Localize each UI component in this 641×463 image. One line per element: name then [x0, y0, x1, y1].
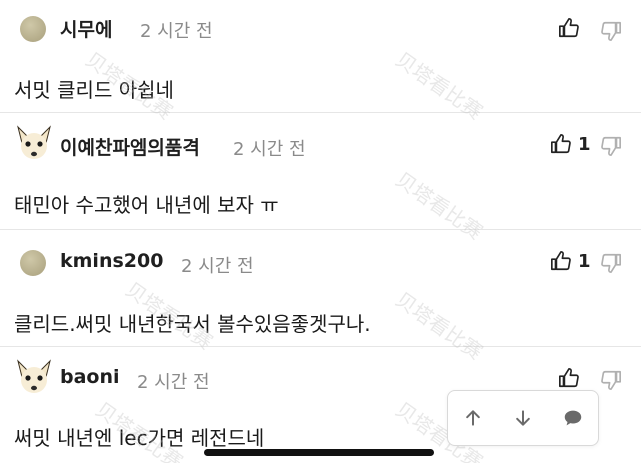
like-button[interactable]: [558, 367, 586, 389]
comment-text: 써밋 내년엔 lec가면 레전드네: [14, 426, 265, 450]
chat-bubble-icon: [564, 410, 582, 426]
comment-text: 서밋 클리드 아쉽네: [14, 78, 174, 102]
comment-time: 2 시간 전: [233, 139, 306, 160]
comment-time: 2 시간 전: [181, 256, 254, 277]
comment-text: 클리드.써밋 내년한국서 볼수있음좋겟구나.: [14, 312, 371, 336]
comment-item: 시무에 2 시간 전 서밋 클리드 아쉽네: [0, 0, 641, 113]
home-indicator: [204, 449, 434, 456]
thumbs-down-icon[interactable]: [600, 369, 622, 391]
comment-username[interactable]: 이예찬파엠의품격: [60, 133, 200, 160]
dog-avatar[interactable]: [14, 359, 54, 397]
scroll-up-button[interactable]: [461, 406, 485, 430]
thumbs-up-icon: [559, 18, 579, 38]
like-button[interactable]: 1: [550, 133, 591, 155]
arrow-up-icon: [466, 410, 480, 426]
comment-username[interactable]: 시무에: [60, 15, 112, 42]
thumbs-up-icon: [551, 251, 571, 271]
floating-nav-bar: [447, 390, 599, 446]
comment-text: 태민아 수고했어 내년에 보자 ㅠ: [14, 193, 279, 217]
like-count: 1: [578, 250, 591, 272]
dog-avatar[interactable]: [14, 125, 54, 163]
thumbs-down-icon[interactable]: [600, 135, 622, 157]
like-count: 1: [578, 133, 591, 155]
thumbs-up-icon: [559, 368, 579, 388]
comment-button[interactable]: [561, 406, 585, 430]
comment-item: kmins200 2 시간 전 1 클리드.써밋 내년한국서 볼수있음좋겟구나.: [0, 230, 641, 347]
comment-username[interactable]: baoni: [60, 366, 120, 388]
comment-username[interactable]: kmins200: [60, 250, 163, 272]
avatar[interactable]: [20, 16, 46, 42]
comment-time: 2 시간 전: [137, 372, 210, 393]
scroll-down-button[interactable]: [511, 406, 535, 430]
avatar[interactable]: [20, 250, 46, 276]
thumbs-up-icon: [551, 134, 571, 154]
arrow-down-icon: [516, 410, 530, 426]
comment-feed: 시무에 2 시간 전 서밋 클리드 아쉽네 이예찬파엠의품격 2 시간 전 1 …: [0, 0, 641, 463]
like-button[interactable]: [558, 17, 586, 39]
like-button[interactable]: 1: [550, 250, 591, 272]
comment-item: 이예찬파엠의품격 2 시간 전 1 태민아 수고했어 내년에 보자 ㅠ: [0, 113, 641, 230]
thumbs-down-icon[interactable]: [600, 20, 622, 42]
comment-time: 2 시간 전: [140, 21, 213, 42]
thumbs-down-icon[interactable]: [600, 252, 622, 274]
